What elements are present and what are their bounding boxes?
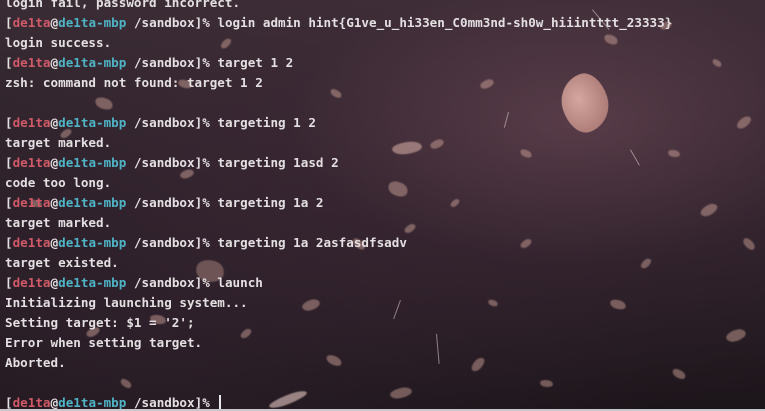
output-text: target existed. — [5, 255, 119, 270]
prompt-user: de1ta — [12, 275, 51, 290]
prompt-host: de1ta-mbp — [58, 55, 127, 70]
command-text: target 1 2 — [209, 55, 294, 70]
output-text: Aborted. — [5, 355, 66, 370]
output-text: Setting target: $1 = '2'; — [5, 315, 195, 330]
prompt-host: de1ta-mbp — [58, 195, 127, 210]
prompt-at: @ — [50, 235, 59, 250]
prompt-user: de1ta — [12, 195, 51, 210]
prompt-host: de1ta-mbp — [58, 155, 127, 170]
prompt-user: de1ta — [12, 15, 51, 30]
prompt-bracket-close: ]% — [194, 115, 210, 130]
prompt-bracket-close: ]% — [194, 235, 210, 250]
command-line: [de1ta@de1ta-mbp /sandbox]% targeting 1a… — [5, 193, 765, 213]
output-text: code too long. — [5, 175, 112, 190]
output-line: target marked. — [5, 213, 765, 233]
output-text: target marked. — [5, 215, 112, 230]
prompt-bracket-close: ]% — [194, 155, 210, 170]
command-line: [de1ta@de1ta-mbp /sandbox]% targeting 1a… — [5, 153, 765, 173]
terminal-output: login fail, password incorrect. [de1ta@de… — [5, 0, 765, 411]
prompt-path: /sandbox — [126, 115, 195, 130]
prompt-bracket-open: [ — [5, 195, 13, 210]
command-line: [de1ta@de1ta-mbp /sandbox]% targeting 1a… — [5, 233, 765, 253]
prompt-bracket-open: [ — [5, 15, 13, 30]
command-line: [de1ta@de1ta-mbp /sandbox]% launch — [5, 273, 765, 293]
prompt-user: de1ta — [12, 55, 51, 70]
command-text: launch — [209, 275, 263, 290]
prompt-at: @ — [50, 115, 59, 130]
command-text: targeting 1asd 2 — [209, 155, 339, 170]
text-cursor[interactable] — [219, 395, 222, 410]
prompt-user: de1ta — [12, 235, 51, 250]
output-text: zsh: command not found: target 1 2 — [5, 75, 263, 90]
prompt-path: /sandbox — [126, 235, 195, 250]
command-text — [210, 395, 218, 410]
command-line: [de1ta@de1ta-mbp /sandbox]% login admin … — [5, 13, 765, 33]
prompt-at: @ — [50, 195, 59, 210]
command-line: [de1ta@de1ta-mbp /sandbox]% targeting 1 … — [5, 113, 765, 133]
output-line: Initializing launching system... — [5, 293, 765, 313]
prompt-bracket-close: ]% — [194, 275, 210, 290]
prompt-at: @ — [50, 275, 59, 290]
output-text: Initializing launching system... — [5, 295, 248, 310]
output-line: Setting target: $1 = '2'; — [5, 313, 765, 333]
prompt-path: /sandbox — [126, 55, 195, 70]
output-text: target marked. — [5, 135, 112, 150]
prompt-at: @ — [50, 395, 59, 410]
prompt-host: de1ta-mbp — [58, 275, 127, 290]
prompt-bracket-close: ]% — [194, 195, 210, 210]
command-text: targeting 1a 2asfasdfsadv — [209, 235, 407, 250]
prompt-path: /sandbox — [126, 195, 195, 210]
prompt-host: de1ta-mbp — [58, 115, 127, 130]
prompt-bracket-open: [ — [5, 235, 13, 250]
output-line: login fail, password incorrect. — [5, 0, 765, 13]
prompt-bracket-open: [ — [5, 115, 13, 130]
output-text: Error when setting target. — [5, 335, 203, 350]
prompt-at: @ — [50, 55, 59, 70]
prompt-path: /sandbox — [126, 155, 195, 170]
prompt-host: de1ta-mbp — [58, 15, 127, 30]
output-line: login success. — [5, 33, 765, 53]
prompt-host: de1ta-mbp — [58, 235, 127, 250]
prompt-path: /sandbox — [126, 275, 195, 290]
command-text: login admin hint{G1ve_u_hi33en_C0mm3nd-s… — [209, 15, 673, 30]
output-text: login success. — [5, 35, 112, 50]
output-line: target marked. — [5, 133, 765, 153]
prompt-user: de1ta — [12, 155, 51, 170]
output-line: target existed. — [5, 253, 765, 273]
output-line: zsh: command not found: target 1 2 — [5, 73, 765, 93]
prompt-user: de1ta — [12, 115, 51, 130]
prompt-bracket-close: ]% — [194, 15, 210, 30]
prompt-bracket-open: [ — [5, 55, 13, 70]
prompt-path: /sandbox — [126, 15, 195, 30]
prompt-bracket-open: [ — [5, 275, 13, 290]
output-line: Error when setting target. — [5, 333, 765, 353]
output-line: Aborted. — [5, 353, 765, 373]
terminal-window[interactable]: login fail, password incorrect. [de1ta@de… — [0, 0, 765, 411]
prompt-bracket-close: ]% — [194, 395, 210, 410]
command-text: targeting 1a 2 — [209, 195, 324, 210]
prompt-path: /sandbox — [126, 395, 195, 410]
prompt-at: @ — [50, 155, 59, 170]
prompt-host: de1ta-mbp — [58, 395, 127, 410]
command-text: targeting 1 2 — [209, 115, 316, 130]
prompt-user: de1ta — [12, 395, 51, 410]
output-line: code too long. — [5, 173, 765, 193]
prompt-bracket-close: ]% — [194, 55, 210, 70]
output-text: login fail, password incorrect. — [5, 0, 241, 10]
prompt-bracket-open: [ — [5, 395, 13, 410]
prompt-bracket-open: [ — [5, 155, 13, 170]
command-line: [de1ta@de1ta-mbp /sandbox]% target 1 2 — [5, 53, 765, 73]
prompt-at: @ — [50, 15, 59, 30]
